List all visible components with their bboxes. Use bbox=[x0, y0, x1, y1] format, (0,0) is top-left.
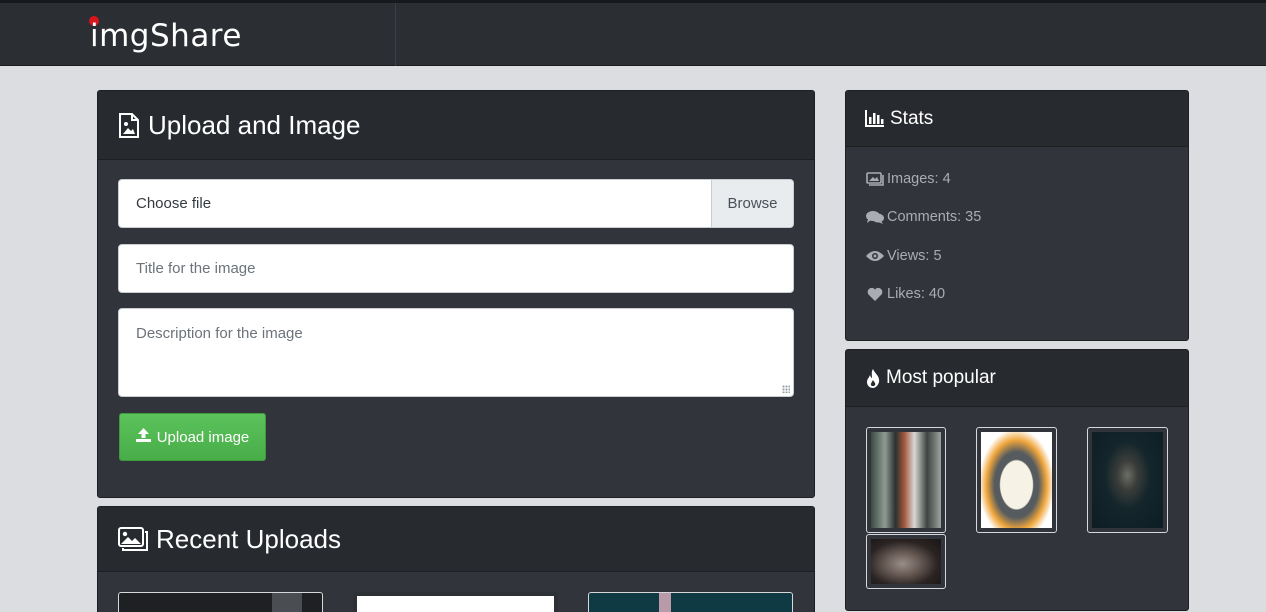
stats-title: Stats bbox=[890, 107, 934, 129]
eye-icon bbox=[865, 248, 884, 264]
images-icon bbox=[118, 526, 148, 552]
stat-views: Views: 5 bbox=[865, 246, 942, 266]
stat-images-label: Images: 4 bbox=[887, 171, 951, 187]
title-input-placeholder: Title for the image bbox=[136, 260, 256, 277]
most-popular-panel: Most popular bbox=[845, 349, 1189, 611]
resize-grip[interactable] bbox=[782, 385, 790, 393]
recent-thumbnail[interactable] bbox=[353, 592, 558, 612]
upload-button[interactable]: Upload image bbox=[119, 413, 266, 461]
upload-panel-header: Upload and Image bbox=[98, 91, 814, 160]
title-input[interactable]: Title for the image bbox=[118, 244, 794, 293]
recent-thumbnail[interactable] bbox=[118, 592, 323, 612]
stats-header: Stats bbox=[846, 91, 1188, 147]
upload-icon bbox=[135, 428, 151, 446]
recent-thumbnail[interactable] bbox=[588, 592, 793, 612]
most-popular-header: Most popular bbox=[846, 350, 1188, 407]
stat-views-label: Views: 5 bbox=[887, 248, 942, 264]
upload-panel: Upload and Image Choose file Browse Titl… bbox=[97, 90, 815, 498]
most-popular-title: Most popular bbox=[886, 367, 996, 388]
description-textarea[interactable]: Description for the image bbox=[118, 308, 794, 397]
images-icon bbox=[865, 171, 884, 187]
popular-thumbnail[interactable] bbox=[1087, 427, 1168, 533]
navbar: imgShare bbox=[0, 0, 1266, 66]
file-input-label: Choose file bbox=[136, 195, 212, 212]
description-placeholder: Description for the image bbox=[136, 325, 303, 342]
file-image-icon bbox=[118, 112, 140, 138]
heart-icon bbox=[865, 286, 884, 302]
file-input[interactable]: Choose file Browse bbox=[118, 179, 794, 228]
stat-likes-label: Likes: 40 bbox=[887, 286, 946, 302]
browse-button[interactable]: Browse bbox=[711, 180, 793, 227]
upload-panel-title: Upload and Image bbox=[148, 109, 361, 140]
stat-comments: Comments: 35 bbox=[865, 207, 981, 227]
stat-likes: Likes: 40 bbox=[865, 284, 945, 304]
brand-logo[interactable]: imgShare bbox=[90, 17, 242, 55]
bar-chart-icon bbox=[865, 110, 884, 128]
popular-thumbnail[interactable] bbox=[866, 534, 946, 589]
fire-icon bbox=[865, 368, 881, 388]
popular-thumbnail[interactable] bbox=[866, 427, 946, 533]
upload-button-label: Upload image bbox=[156, 428, 250, 446]
stats-panel: Stats Images: 4 Comments: 35 Views: 5 Li… bbox=[845, 90, 1189, 341]
recent-uploads-title: Recent Uploads bbox=[156, 523, 341, 554]
comments-icon bbox=[865, 209, 884, 225]
stat-images: Images: 4 bbox=[865, 169, 951, 189]
recent-uploads-panel: Recent Uploads bbox=[97, 506, 815, 612]
recent-uploads-header: Recent Uploads bbox=[98, 507, 814, 572]
navbar-divider bbox=[395, 3, 396, 66]
popular-thumbnail[interactable] bbox=[976, 427, 1057, 533]
stat-comments-label: Comments: 35 bbox=[887, 209, 982, 225]
